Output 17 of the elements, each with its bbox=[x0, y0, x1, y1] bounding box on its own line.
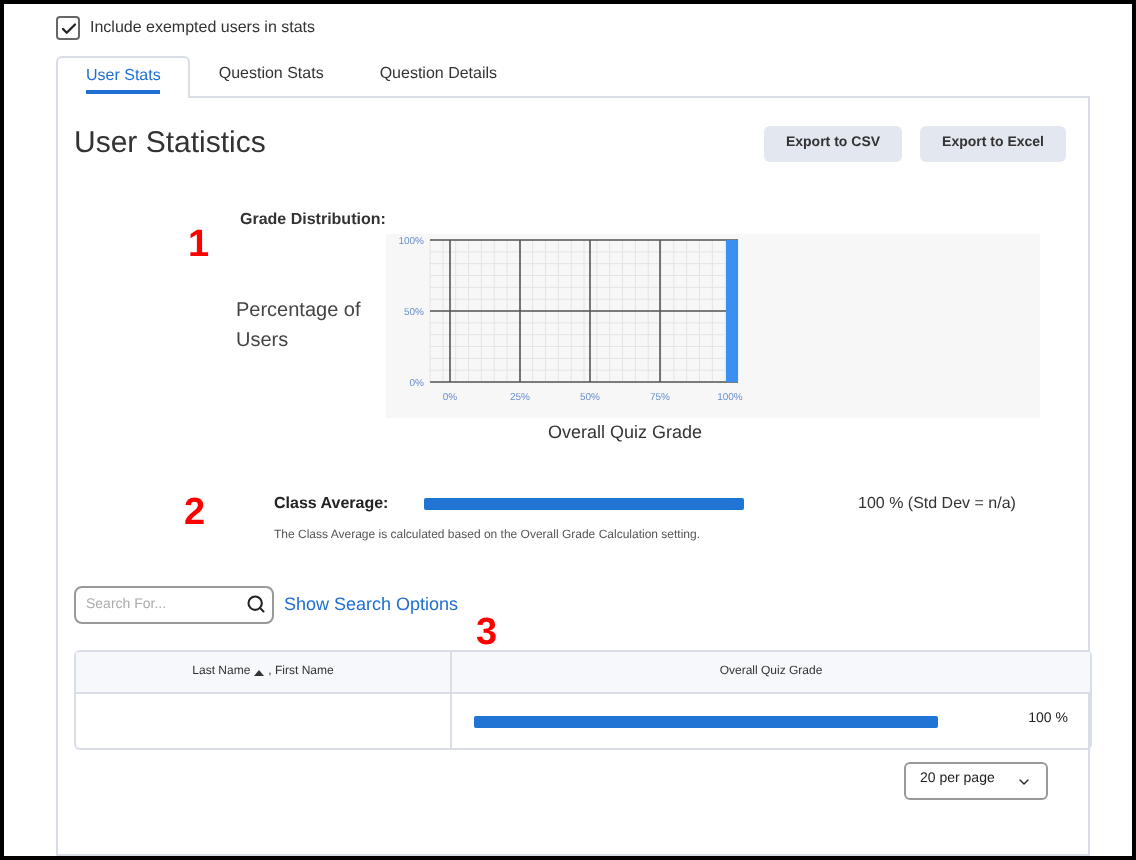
annotation-number: 3 bbox=[476, 610, 498, 658]
class-average-label: Class Average: bbox=[274, 492, 391, 516]
y-axis-label: Percentage of Users bbox=[236, 297, 363, 355]
tab[interactable]: Question Details bbox=[351, 56, 526, 98]
search-options-link[interactable]: Show Search Options bbox=[284, 591, 459, 619]
checkbox[interactable] bbox=[56, 16, 80, 40]
search-icon[interactable] bbox=[246, 594, 266, 614]
chart-title: Grade Distribution: bbox=[240, 207, 388, 231]
annotation-number: 2 bbox=[184, 490, 206, 538]
page-title: User Statistics bbox=[74, 124, 266, 164]
tab[interactable]: Question Stats bbox=[190, 56, 352, 98]
checkbox-label: Include exempted users in stats bbox=[90, 16, 316, 40]
class-average-value: 100 % (Std Dev = n/a) bbox=[858, 492, 1016, 516]
annotation-number: 1 bbox=[188, 221, 210, 269]
tab[interactable]: User Stats bbox=[56, 56, 191, 98]
x-axis-label: Overall Quiz Grade bbox=[548, 419, 705, 446]
bar bbox=[726, 239, 738, 381]
